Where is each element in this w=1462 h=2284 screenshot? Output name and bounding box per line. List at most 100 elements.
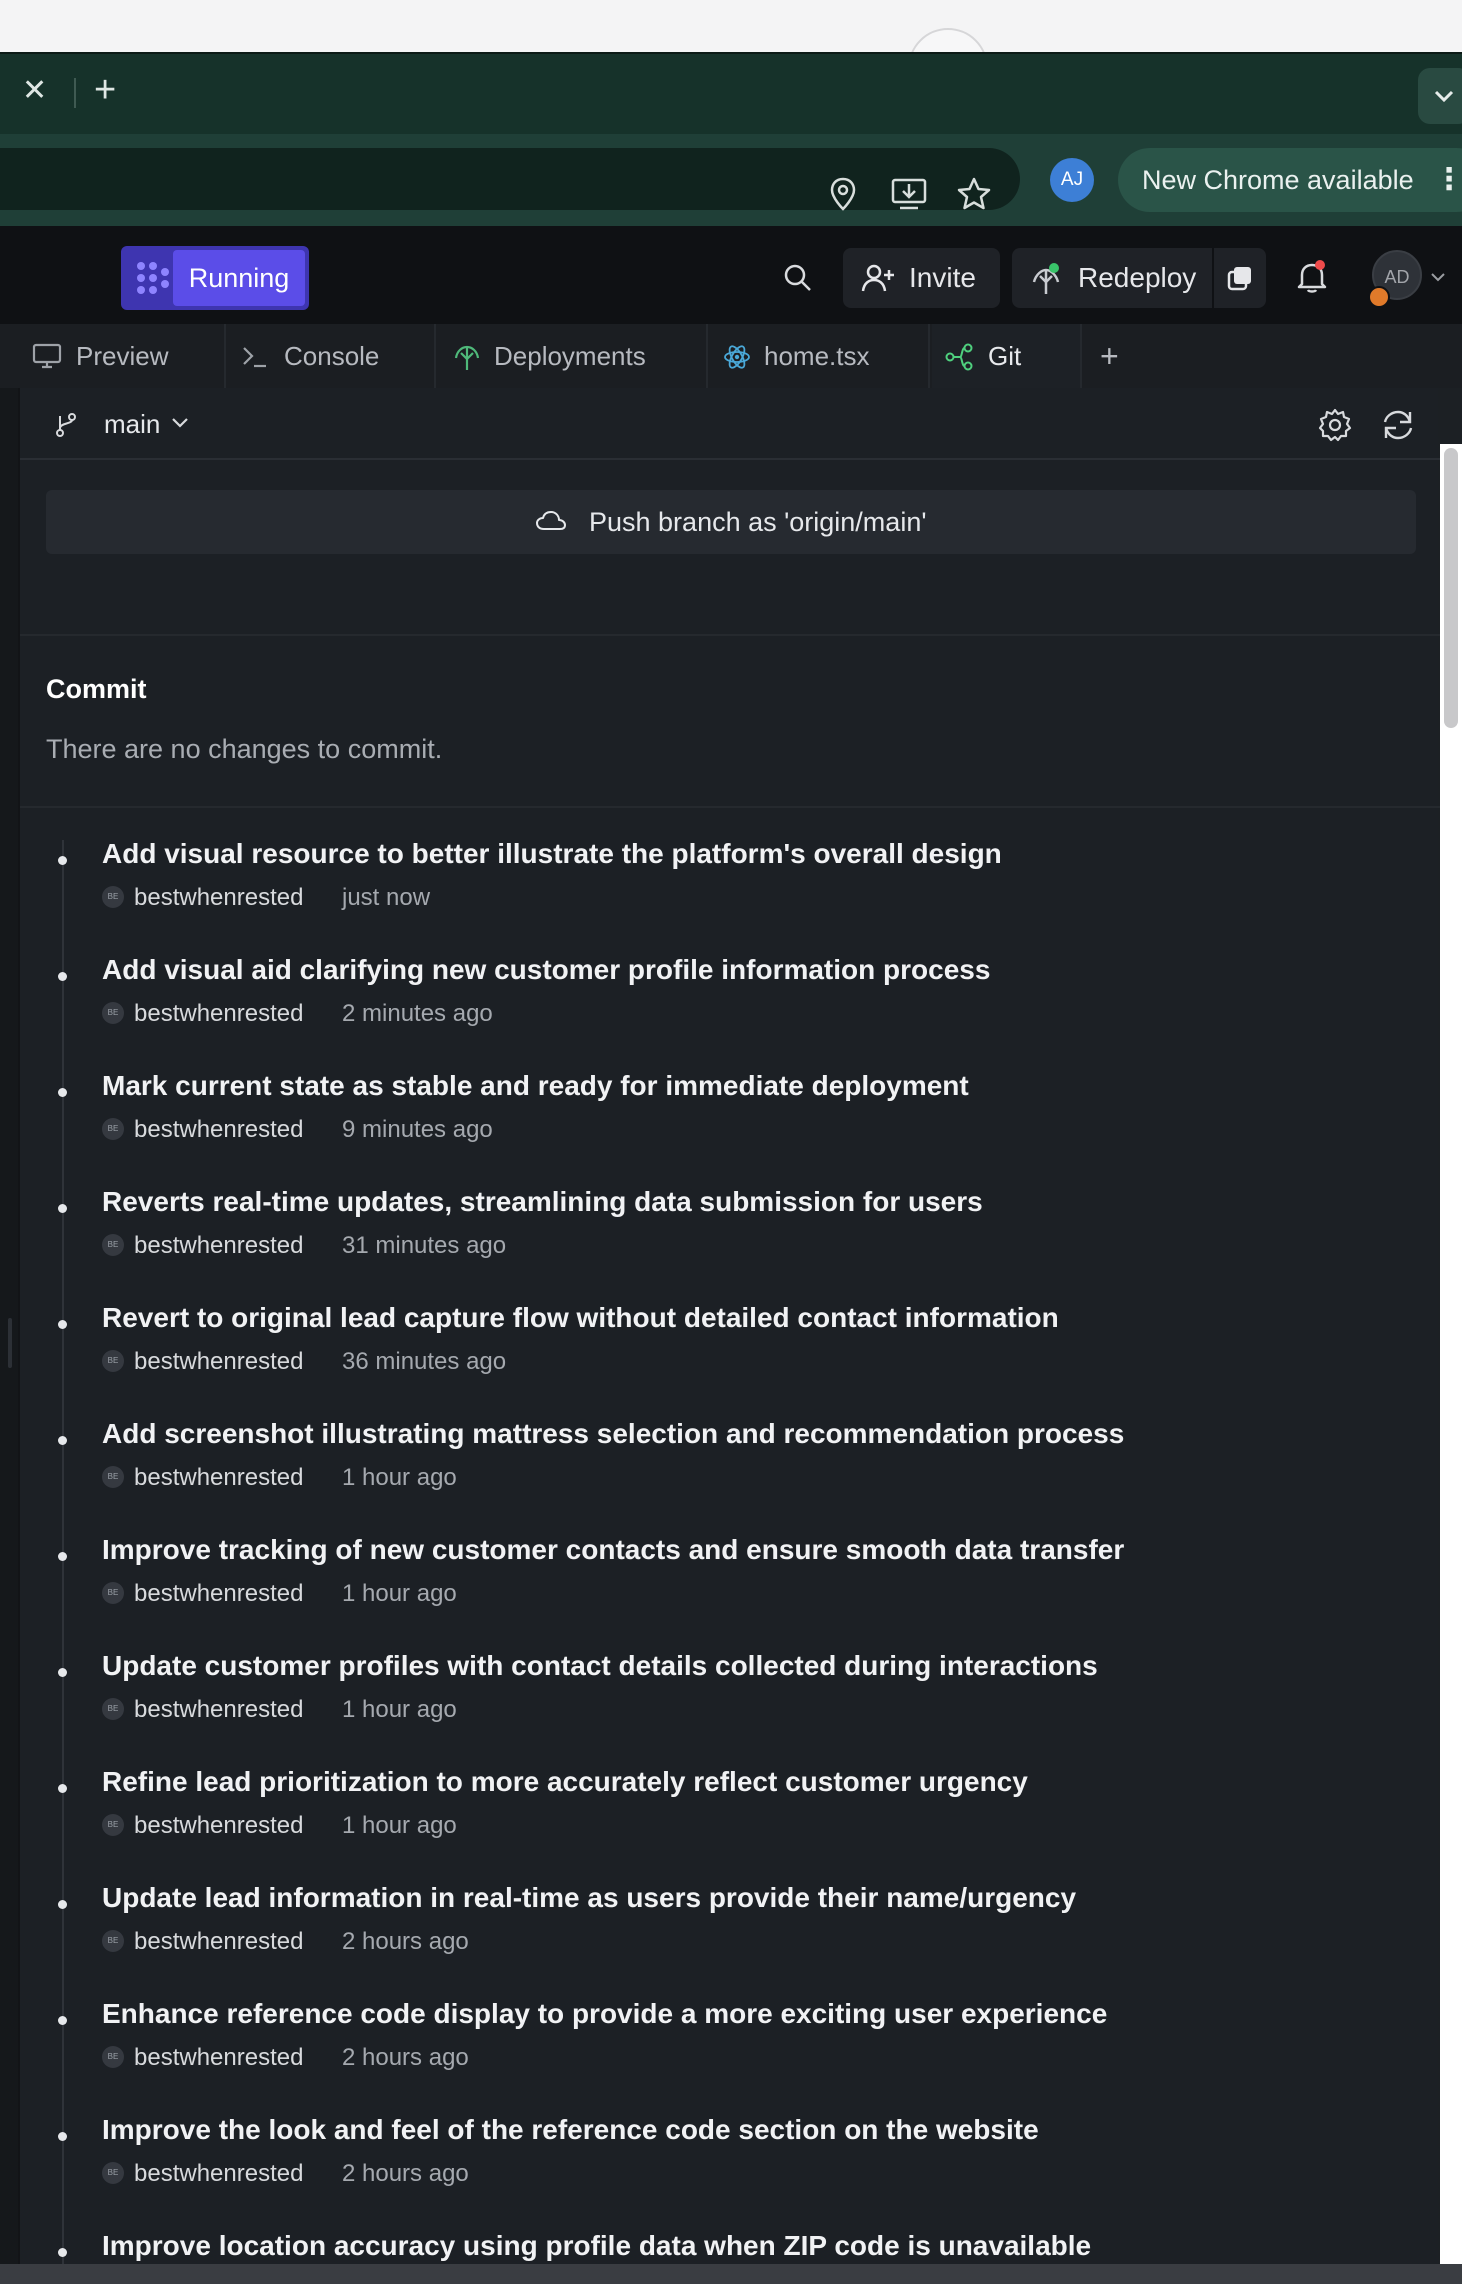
- commit-title[interactable]: Update customer profiles with contact de…: [102, 1650, 1098, 1682]
- commit-time: 31 minutes ago: [342, 1232, 507, 1259]
- invite-label: Invite: [909, 262, 976, 293]
- branch-name: main: [104, 409, 161, 439]
- commit-title[interactable]: Reverts real-time updates, streamlining …: [102, 1186, 983, 1218]
- author-avatar: BE: [102, 1814, 124, 1836]
- commit-item[interactable]: Improve the look and feel of the referen…: [20, 2114, 1420, 2230]
- bookmark-star-icon[interactable]: [956, 176, 992, 212]
- author-avatar: BE: [102, 2046, 124, 2068]
- new-tab-icon[interactable]: +: [94, 70, 116, 110]
- notifications-bell-icon[interactable]: [1296, 260, 1328, 294]
- tab-label: Console: [284, 341, 380, 371]
- commit-dot: [58, 972, 67, 981]
- commit-item[interactable]: Add visual resource to better illustrate…: [20, 838, 1420, 954]
- chrome-update-button[interactable]: New Chrome available ⋮: [1118, 148, 1462, 212]
- scrollbar[interactable]: [1440, 444, 1462, 2284]
- deploy-options-button[interactable]: [1214, 248, 1266, 308]
- commit-title[interactable]: Enhance reference code display to provid…: [102, 1998, 1107, 2030]
- commit-item[interactable]: Add screenshot illustrating mattress sel…: [20, 1418, 1420, 1534]
- commit-title[interactable]: Mark current state as stable and ready f…: [102, 1070, 969, 1102]
- tab-git[interactable]: Git: [932, 324, 1082, 388]
- commit-title[interactable]: Add screenshot illustrating mattress sel…: [102, 1418, 1124, 1450]
- avatar-badge: [1368, 286, 1390, 308]
- workspace-tabs: Preview Console Deployments home.tsx Git…: [0, 324, 1462, 388]
- redeploy-button[interactable]: Redeploy: [1012, 248, 1212, 308]
- commit-item[interactable]: Refine lead prioritization to more accur…: [20, 1766, 1420, 1882]
- commit-item[interactable]: Revert to original lead capture flow wit…: [20, 1302, 1420, 1418]
- commit-item[interactable]: Add visual aid clarifying new customer p…: [20, 954, 1420, 1070]
- author-avatar: BE: [102, 886, 124, 908]
- commit-author: bestwhenrested: [134, 1464, 304, 1491]
- close-tab-icon[interactable]: ✕: [22, 76, 47, 106]
- refresh-icon[interactable]: [1380, 408, 1416, 442]
- commit-title[interactable]: Update lead information in real-time as …: [102, 1882, 1076, 1914]
- commit-author: bestwhenrested: [134, 1232, 304, 1259]
- commit-time: 2 hours ago: [342, 2044, 469, 2071]
- commit-author: bestwhenrested: [134, 2160, 304, 2187]
- resize-handle[interactable]: [8, 1318, 12, 1368]
- commit-time: 2 hours ago: [342, 1928, 469, 1955]
- run-status-label: Running: [173, 250, 305, 306]
- os-top-strip: [0, 0, 1462, 108]
- commit-item[interactable]: Update lead information in real-time as …: [20, 1882, 1420, 1998]
- browser-menu-icon[interactable]: ⋮: [1434, 148, 1462, 212]
- commit-title[interactable]: Revert to original lead capture flow wit…: [102, 1302, 1059, 1334]
- profile-avatar[interactable]: AJ: [1050, 158, 1094, 202]
- tab-label: Deployments: [494, 341, 646, 371]
- scrollbar-thumb[interactable]: [1444, 448, 1458, 728]
- author-avatar: BE: [102, 1930, 124, 1952]
- commit-dot: [58, 2132, 67, 2141]
- chevron-down-icon[interactable]: [1430, 272, 1446, 282]
- invite-button[interactable]: Invite: [843, 248, 1000, 308]
- commit-title[interactable]: Improve tracking of new customer contact…: [102, 1534, 1124, 1566]
- left-panel-edge: [0, 388, 18, 2284]
- author-avatar: BE: [102, 1234, 124, 1256]
- commit-author: bestwhenrested: [134, 1696, 304, 1723]
- commit-author: bestwhenrested: [134, 1580, 304, 1607]
- author-avatar: BE: [102, 1582, 124, 1604]
- tab-separator: [74, 78, 76, 108]
- tab-search-button[interactable]: [1418, 68, 1462, 124]
- commit-item[interactable]: Mark current state as stable and ready f…: [20, 1070, 1420, 1186]
- commit-title[interactable]: Add visual resource to better illustrate…: [102, 838, 1002, 870]
- app-header: Running Invite Redeploy AD: [0, 226, 1462, 324]
- gear-icon[interactable]: [1318, 408, 1352, 442]
- chrome-update-label: New Chrome available: [1142, 165, 1414, 195]
- commit-author: bestwhenrested: [134, 1348, 304, 1375]
- commit-time: 36 minutes ago: [342, 1348, 507, 1375]
- commit-item[interactable]: Update customer profiles with contact de…: [20, 1650, 1420, 1766]
- commit-title[interactable]: Improve the look and feel of the referen…: [102, 2114, 1039, 2146]
- tab-home-tsx[interactable]: home.tsx: [710, 324, 930, 388]
- address-bar[interactable]: [0, 148, 1020, 212]
- tab-strip: ✕ +: [0, 54, 1462, 134]
- commit-dot: [58, 1900, 67, 1909]
- commit-title[interactable]: Refine lead prioritization to more accur…: [102, 1766, 1028, 1798]
- redeploy-label: Redeploy: [1078, 262, 1197, 293]
- commit-dot: [58, 1784, 67, 1793]
- search-icon[interactable]: [782, 262, 814, 294]
- commit-time: 2 hours ago: [342, 2160, 469, 2187]
- location-pin-icon[interactable]: [828, 176, 858, 212]
- push-branch-button[interactable]: Push branch as 'origin/main': [46, 490, 1416, 554]
- commit-item[interactable]: Enhance reference code display to provid…: [20, 1998, 1420, 2114]
- tab-preview[interactable]: Preview: [18, 324, 226, 388]
- tab-console[interactable]: Console: [228, 324, 436, 388]
- tab-deployments[interactable]: Deployments: [438, 324, 708, 388]
- commit-author: bestwhenrested: [134, 1000, 304, 1027]
- add-tab-icon[interactable]: +: [1100, 324, 1119, 388]
- commit-dot: [58, 856, 67, 865]
- author-avatar: BE: [102, 1466, 124, 1488]
- deploy-icon: [1032, 263, 1060, 294]
- run-status-button[interactable]: Running: [121, 246, 309, 310]
- commit-time: 1 hour ago: [342, 1812, 457, 1839]
- commit-dot: [58, 1552, 67, 1561]
- author-avatar: BE: [102, 1002, 124, 1024]
- install-app-icon[interactable]: [890, 176, 928, 212]
- commit-title[interactable]: Improve location accuracy using profile …: [102, 2230, 1091, 2262]
- commit-dot: [58, 1088, 67, 1097]
- commit-item[interactable]: Reverts real-time updates, streamlining …: [20, 1186, 1420, 1302]
- copy-icon: [1227, 267, 1251, 291]
- commit-title[interactable]: Add visual aid clarifying new customer p…: [102, 954, 990, 986]
- commit-time: 2 minutes ago: [342, 1000, 493, 1027]
- commit-time: 1 hour ago: [342, 1464, 457, 1491]
- commit-item[interactable]: Improve tracking of new customer contact…: [20, 1534, 1420, 1650]
